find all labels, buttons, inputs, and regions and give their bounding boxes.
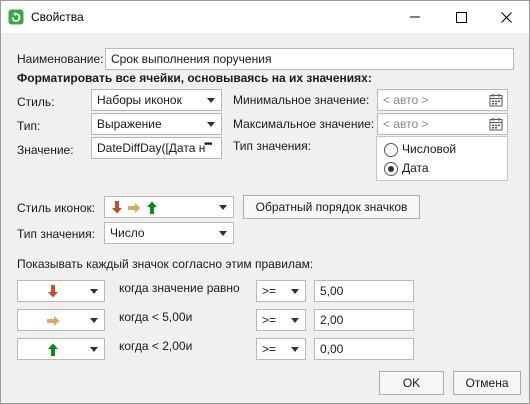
- window-title: Свойства: [31, 10, 84, 24]
- maximize-icon: [455, 11, 467, 23]
- value-type2-value: Число: [110, 226, 145, 240]
- arrow-right-icon: [128, 203, 141, 213]
- arrow-up-icon: [48, 343, 58, 356]
- rule-operator-select[interactable]: >=: [256, 280, 306, 302]
- chevron-down-icon: [207, 98, 215, 103]
- arrow-right-icon: [47, 316, 60, 326]
- app-icon: [8, 9, 24, 25]
- chevron-down-icon: [291, 289, 299, 294]
- calendar-icon[interactable]: [489, 117, 503, 131]
- title-bar: Свойства: [1, 1, 529, 33]
- rules-heading: Показывать каждый значок согласно этим п…: [17, 257, 314, 271]
- rule-operator-value: >=: [262, 284, 277, 298]
- rule-icon-select[interactable]: [17, 309, 105, 331]
- arrow-down-icon: [112, 201, 122, 214]
- value-label: Значение:: [17, 143, 74, 157]
- arrow-up-icon: [147, 201, 157, 214]
- value-type2-label: Тип значения:: [17, 227, 95, 241]
- value-input[interactable]: DateDiffDay([Дата н: [91, 137, 222, 159]
- arrow-down-icon: [48, 285, 58, 298]
- radio-date[interactable]: [384, 162, 398, 176]
- rule-operator-select[interactable]: >=: [256, 309, 306, 331]
- chevron-down-icon: [90, 289, 98, 294]
- minimize-button[interactable]: [392, 1, 438, 33]
- chevron-down-icon: [207, 122, 215, 127]
- style-select[interactable]: Наборы иконок: [91, 89, 222, 111]
- rule-operator-value: >=: [262, 313, 277, 327]
- max-date-placeholder: < авто >: [383, 117, 429, 131]
- radio-date-label[interactable]: Дата: [402, 161, 429, 175]
- ellipsis-button[interactable]: •••: [204, 139, 212, 150]
- radio-numeric[interactable]: [384, 143, 398, 157]
- type-select[interactable]: Выражение: [91, 113, 222, 135]
- value-type2-select[interactable]: Число: [104, 222, 234, 244]
- name-input[interactable]: Срок выполнения поручения: [105, 48, 514, 70]
- max-date-input[interactable]: < авто >: [377, 113, 508, 135]
- calendar-icon[interactable]: [489, 93, 503, 107]
- min-date-placeholder: < авто >: [383, 93, 429, 107]
- maximize-button[interactable]: [438, 1, 484, 33]
- rule-value-input[interactable]: 5,00: [314, 280, 414, 302]
- type-label: Тип:: [17, 119, 41, 133]
- max-label: Максимальное значение:: [233, 117, 375, 131]
- close-button[interactable]: [483, 1, 529, 33]
- rule-icon-select[interactable]: [17, 280, 105, 302]
- value-input-text: DateDiffDay([Дата н: [97, 141, 206, 155]
- rule-operator-select[interactable]: >=: [256, 338, 306, 360]
- chevron-down-icon: [291, 318, 299, 323]
- style-label: Стиль:: [17, 95, 55, 109]
- rule-operator-value: >=: [262, 342, 277, 356]
- format-heading: Форматировать все ячейки, основываясь на…: [17, 71, 372, 85]
- value-type-label: Тип значения:: [233, 139, 311, 153]
- min-date-input[interactable]: < авто >: [377, 89, 508, 111]
- radio-numeric-label[interactable]: Числовой: [402, 142, 456, 156]
- rule-condition-label: когда значение равно: [119, 281, 240, 295]
- name-label: Наименование:: [17, 52, 104, 66]
- rule-icon-select[interactable]: [17, 338, 105, 360]
- min-label: Минимальное значение:: [233, 93, 370, 107]
- icon-style-select[interactable]: [104, 196, 234, 218]
- rule-condition-label: когда < 2,00и: [119, 339, 193, 353]
- type-select-value: Выражение: [97, 117, 162, 131]
- value-type-group: Числовой Дата: [376, 136, 508, 181]
- properties-dialog: Свойства Наименование: Срок выполнения п…: [0, 0, 530, 404]
- minimize-icon: [410, 16, 420, 18]
- style-select-value: Наборы иконок: [97, 93, 182, 107]
- chevron-down-icon: [219, 231, 227, 236]
- rule-value-input[interactable]: 0,00: [314, 338, 414, 360]
- rule-value-input[interactable]: 2,00: [314, 309, 414, 331]
- chevron-down-icon: [219, 205, 227, 210]
- rule-condition-label: когда < 5,00и: [119, 310, 193, 324]
- close-icon: [500, 11, 512, 23]
- icon-style-label: Стиль иконок:: [17, 201, 96, 215]
- reverse-order-button[interactable]: Обратный порядок значков: [243, 195, 420, 219]
- cancel-button[interactable]: Отмена: [453, 371, 521, 395]
- chevron-down-icon: [291, 347, 299, 352]
- chevron-down-icon: [90, 318, 98, 323]
- chevron-down-icon: [90, 347, 98, 352]
- ok-button[interactable]: OK: [379, 371, 444, 395]
